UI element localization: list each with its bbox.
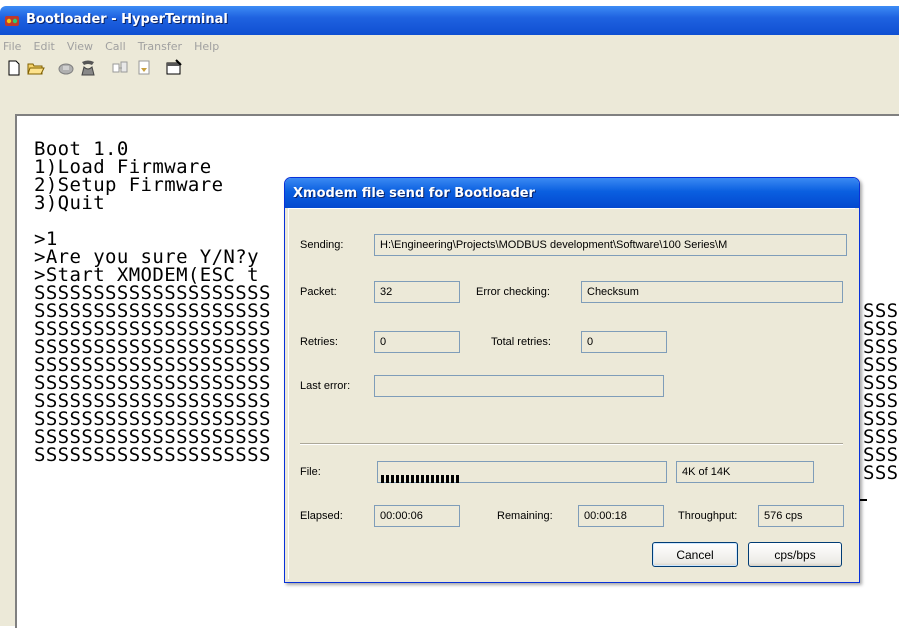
menu-help[interactable]: Help <box>191 36 223 53</box>
elapsed-label: Elapsed: <box>300 510 343 522</box>
dial-icon[interactable] <box>78 58 98 78</box>
progress-block <box>381 475 384 483</box>
progress-block <box>386 475 389 483</box>
toolbar <box>0 57 899 104</box>
disconnect-icon[interactable] <box>56 58 76 78</box>
terminal-right-fragment: SSS <box>863 462 899 484</box>
throughput-label: Throughput: <box>678 510 738 522</box>
file-progress-fill <box>381 468 461 483</box>
progress-block <box>436 475 439 483</box>
retries-label: Retries: <box>300 336 338 348</box>
terminal-line: 3)Quit <box>34 192 106 214</box>
menu-file[interactable]: File <box>0 36 25 53</box>
dialog-titlebar[interactable]: Xmodem file send for Bootloader <box>285 178 859 208</box>
progress-block <box>406 475 409 483</box>
progress-block <box>391 475 394 483</box>
hyperterminal-app-icon <box>5 16 19 26</box>
dialog-separator <box>300 443 843 445</box>
progress-block <box>416 475 419 483</box>
xmodem-dialog: Xmodem file send for Bootloader Sending:… <box>284 177 860 583</box>
remaining-label: Remaining: <box>497 510 553 522</box>
file-progress-bar <box>377 461 667 483</box>
dialog-body: Sending: H:\Engineering\Projects\MODBUS … <box>288 208 855 579</box>
error-checking-field: Checksum <box>581 281 843 303</box>
elapsed-field: 00:00:06 <box>374 505 460 527</box>
menu-edit[interactable]: Edit <box>31 36 59 53</box>
throughput-field: 576 cps <box>758 505 844 527</box>
send-icon[interactable] <box>110 58 130 78</box>
file-size-field: 4K of 14K <box>676 461 814 483</box>
progress-block <box>411 475 414 483</box>
cps-bps-button[interactable]: cps/bps <box>748 542 842 567</box>
total-retries-field: 0 <box>581 331 667 353</box>
packet-label: Packet: <box>300 286 337 298</box>
receive-icon[interactable] <box>134 58 154 78</box>
progress-block <box>451 475 454 483</box>
window-titlebar[interactable]: Bootloader - HyperTerminal <box>0 6 899 35</box>
progress-block <box>426 475 429 483</box>
last-error-field <box>374 375 664 397</box>
retries-field: 0 <box>374 331 460 353</box>
new-icon[interactable] <box>4 58 24 78</box>
error-checking-label: Error checking: <box>476 286 550 298</box>
remaining-field: 00:00:18 <box>578 505 664 527</box>
menu-transfer[interactable]: Transfer <box>135 36 186 53</box>
sending-field: H:\Engineering\Projects\MODBUS developme… <box>374 234 847 256</box>
progress-block <box>456 475 459 483</box>
window-title: Bootloader - HyperTerminal <box>26 12 228 27</box>
menu-call[interactable]: Call <box>102 36 130 53</box>
file-label: File: <box>300 466 321 478</box>
sending-label: Sending: <box>300 239 344 251</box>
terminal-line: SSSSSSSSSSSSSSSSSSSS <box>34 444 271 466</box>
cancel-button[interactable]: Cancel <box>652 542 738 567</box>
progress-block <box>431 475 434 483</box>
progress-block <box>421 475 424 483</box>
menu-bar: File Edit View Call Transfer Help <box>0 35 899 57</box>
packet-field: 32 <box>374 281 460 303</box>
dialog-title: Xmodem file send for Bootloader <box>293 186 535 201</box>
progress-block <box>396 475 399 483</box>
menu-view[interactable]: View <box>64 36 97 53</box>
progress-block <box>401 475 404 483</box>
open-icon[interactable] <box>26 58 46 78</box>
progress-block <box>441 475 444 483</box>
total-retries-label: Total retries: <box>491 336 551 348</box>
properties-icon[interactable] <box>164 58 184 78</box>
progress-block <box>446 475 449 483</box>
last-error-label: Last error: <box>300 380 351 392</box>
